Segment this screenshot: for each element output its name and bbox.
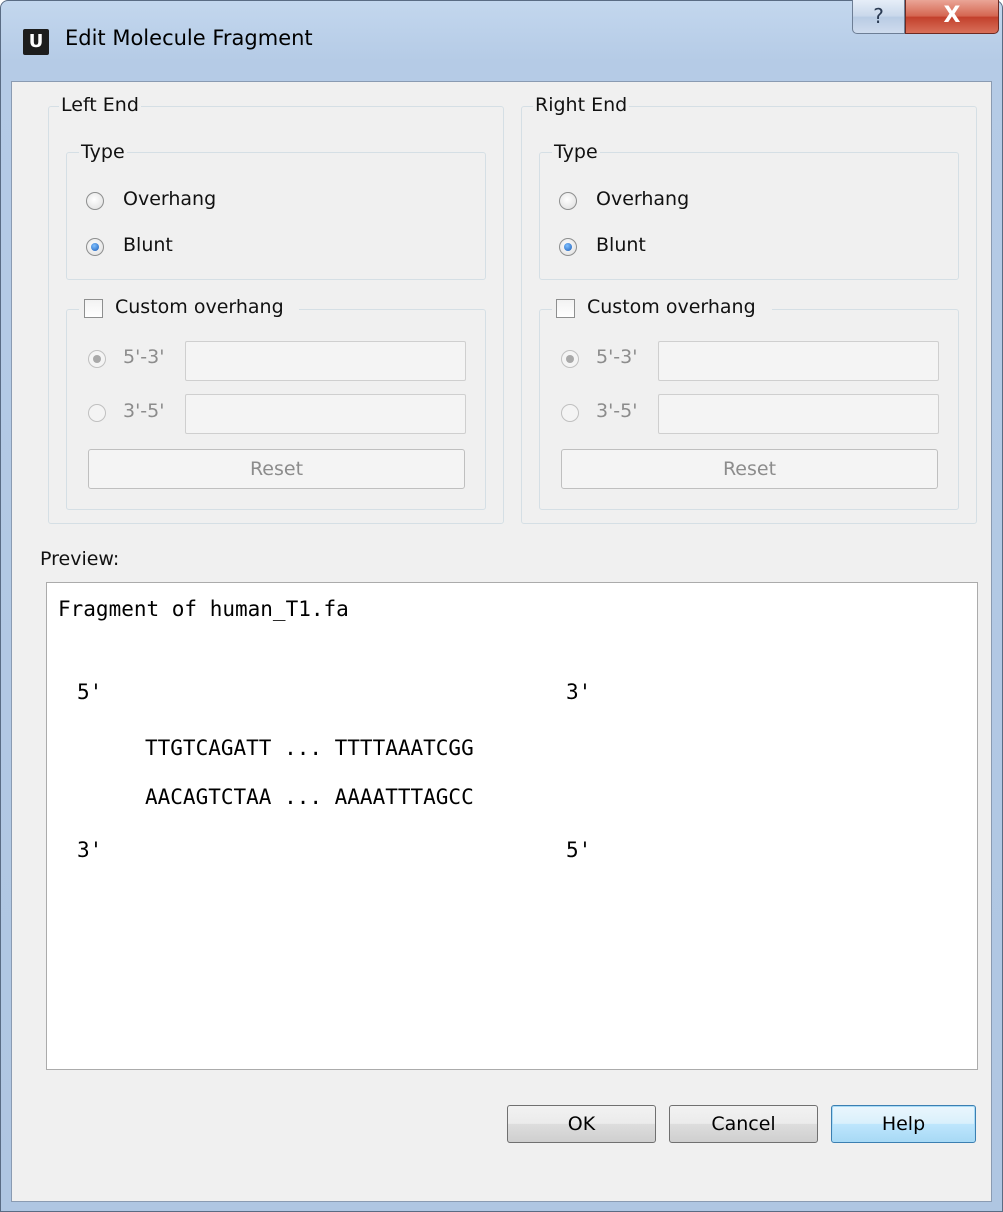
right-35-label: 3'-5' xyxy=(596,400,638,422)
right-reset-button[interactable]: Reset xyxy=(561,449,938,489)
left-35-label: 3'-5' xyxy=(123,400,165,422)
left-custom-overhang-checkbox[interactable] xyxy=(84,299,103,318)
left-35-input[interactable] xyxy=(185,394,466,434)
bottom-3prime-label: 3' xyxy=(77,838,103,862)
left-53-label: 5'-3' xyxy=(123,346,165,368)
left-53-radio[interactable] xyxy=(88,350,106,368)
bottom-5prime-label: 5' xyxy=(566,838,592,862)
top-strand-sequence: TTGTCAGATT ... TTTTAAATCGG xyxy=(145,736,474,760)
right-53-label: 5'-3' xyxy=(596,346,638,368)
left-type-label: Type xyxy=(79,141,127,163)
ok-button[interactable]: OK xyxy=(507,1105,656,1143)
right-type-label: Type xyxy=(552,141,600,163)
left-35-radio[interactable] xyxy=(88,404,106,422)
right-blunt-radio[interactable] xyxy=(559,238,577,256)
title-bar[interactable]: U Edit Molecule Fragment xyxy=(1,1,1001,81)
right-end-label: Right End xyxy=(533,94,630,116)
left-custom-overhang-label[interactable]: Custom overhang xyxy=(115,296,284,318)
right-custom-overhang-label[interactable]: Custom overhang xyxy=(587,296,756,318)
top-5prime-label: 5' xyxy=(77,680,103,704)
right-blunt-label[interactable]: Blunt xyxy=(596,234,646,256)
left-53-input[interactable] xyxy=(185,341,466,381)
left-overhang-label[interactable]: Overhang xyxy=(123,188,216,210)
cancel-button[interactable]: Cancel xyxy=(669,1105,818,1143)
window-title: Edit Molecule Fragment xyxy=(65,26,313,50)
left-blunt-radio[interactable] xyxy=(86,238,104,256)
top-3prime-label: 3' xyxy=(566,680,592,704)
right-overhang-radio[interactable] xyxy=(559,192,577,210)
app-icon: U xyxy=(23,29,49,55)
close-button[interactable]: X xyxy=(905,0,999,34)
preview-title: Fragment of human_T1.fa xyxy=(58,597,349,621)
left-overhang-radio[interactable] xyxy=(86,192,104,210)
preview-text-area[interactable] xyxy=(46,582,978,1070)
title-help-button[interactable]: ? xyxy=(852,0,905,34)
help-button[interactable]: Help xyxy=(831,1105,976,1143)
right-custom-overhang-checkbox[interactable] xyxy=(556,299,575,318)
right-53-input[interactable] xyxy=(658,341,939,381)
preview-label: Preview: xyxy=(40,548,120,570)
left-type-group xyxy=(66,152,486,280)
right-35-radio[interactable] xyxy=(561,404,579,422)
left-reset-button[interactable]: Reset xyxy=(88,449,465,489)
bottom-strand-sequence: AACAGTCTAA ... AAAATTTAGCC xyxy=(145,785,474,809)
right-type-group xyxy=(539,152,959,280)
left-end-label: Left End xyxy=(59,94,141,116)
right-overhang-label[interactable]: Overhang xyxy=(596,188,689,210)
right-53-radio[interactable] xyxy=(561,350,579,368)
left-blunt-label[interactable]: Blunt xyxy=(123,234,173,256)
right-35-input[interactable] xyxy=(658,394,939,434)
